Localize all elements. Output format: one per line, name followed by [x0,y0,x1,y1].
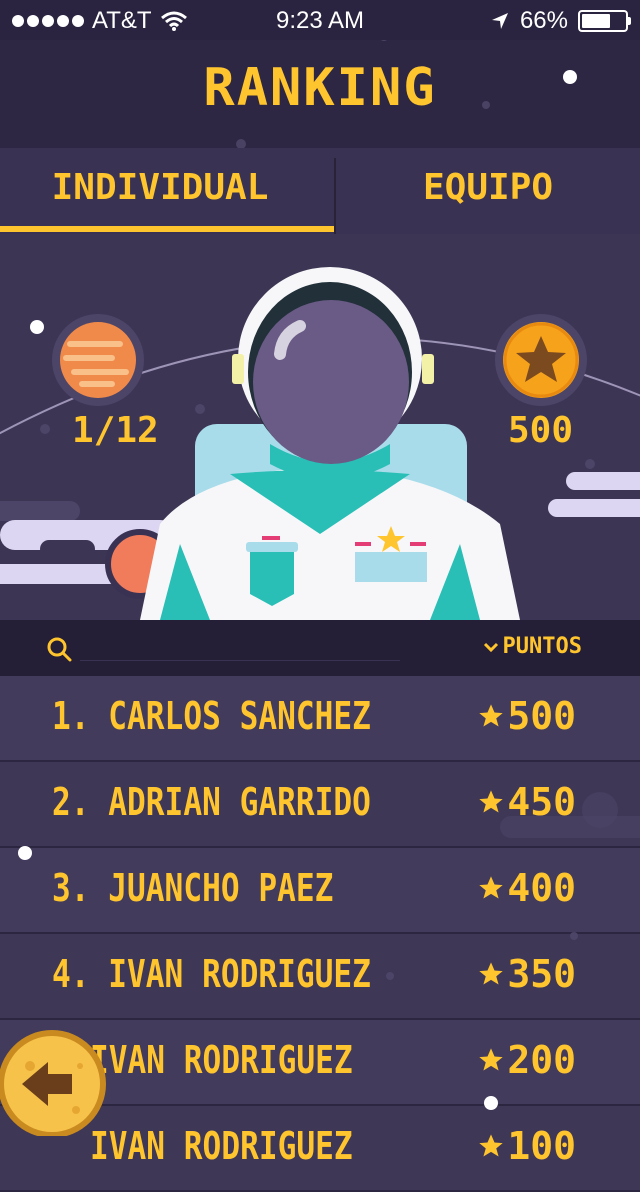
active-tab-indicator [0,226,334,232]
chevron-down-icon [483,642,498,652]
points-value: 100 [507,1124,576,1168]
back-button[interactable] [0,1026,110,1136]
search-icon[interactable] [46,636,72,662]
player-name: 3. JUANCHO PAEZ [52,866,334,910]
status-bar: AT&T 9:23 AM 66% [0,0,640,40]
player-points: 400 [477,866,576,910]
points-value: 200 [507,1038,576,1082]
ranking-row[interactable]: 1. CARLOS SANCHEZ 500 [0,676,640,762]
search-input[interactable] [80,660,400,661]
level-progress: 1/12 [72,410,159,451]
star-icon [479,1134,504,1157]
player-name: IVAN RODRIGUEZ [90,1124,353,1168]
player-points: 200 [477,1038,576,1082]
search-bar: PUNTOS [0,620,640,676]
star-icon [479,704,504,727]
player-name: IVAN RODRIGUEZ [90,1038,353,1082]
player-points: 500 [477,694,576,738]
page-title: RANKING [203,58,437,118]
points-value: 400 [507,866,576,910]
player-points: 450 [477,780,576,824]
battery-icon [578,10,631,32]
player-name: 4. IVAN RODRIGUEZ [52,952,371,996]
points-value: 350 [507,952,576,996]
location-arrow-icon [491,13,508,29]
ranking-row[interactable]: 3. JUANCHO PAEZ 400 [0,848,640,934]
points-value: 450 [507,780,576,824]
points-value: 500 [507,694,576,738]
tab-equipo[interactable]: EQUIPO [336,148,640,234]
battery-percentage: 66% [519,7,568,34]
ranking-row[interactable]: 4. IVAN RODRIGUEZ 350 [0,934,640,1020]
player-name: 2. ADRIAN GARRIDO [52,780,371,824]
player-name: 1. CARLOS SANCHEZ [52,694,371,738]
star-icon [479,1048,504,1071]
star-icon [479,790,504,813]
status-right: 66% [490,7,631,35]
sort-label: PUNTOS [502,634,582,659]
player-points: 100 [477,1124,576,1168]
star-icon [479,962,504,985]
sort-dropdown[interactable]: PUNTOS [483,634,582,659]
profile-hero: 1/12 500 [0,234,640,620]
ranking-row[interactable]: 2. ADRIAN GARRIDO 450 [0,762,640,848]
tab-individual[interactable]: INDIVIDUAL [0,148,320,234]
tab-bar: INDIVIDUAL EQUIPO [0,148,640,234]
player-points: 350 [477,952,576,996]
star-icon [479,876,504,899]
total-points: 500 [508,410,574,451]
